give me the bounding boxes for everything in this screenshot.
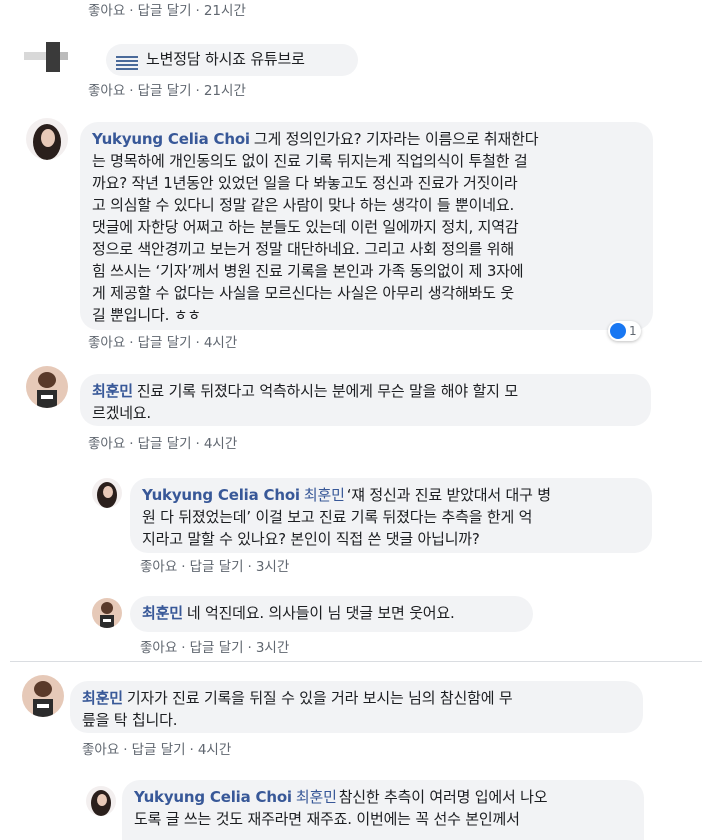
comment-line: 힘 쓰시는 ‘기자’께서 병원 진료 기록을 본인과 가족 동의없이 제 3자에 bbox=[92, 262, 524, 280]
comment-bubble: 노변정담 하시죠 유튜브로 bbox=[106, 44, 358, 76]
comment-3-actions: 좋아요 · 답글 달기 · 4시간 bbox=[88, 436, 237, 452]
reply-button[interactable]: 답글 달기 bbox=[138, 83, 192, 99]
comment-bubble: 최훈민 기자가 진료 기록을 뒤질 수 있을 거라 보시는 님의 참신함에 무 릎… bbox=[70, 681, 643, 733]
avatar[interactable] bbox=[92, 478, 122, 508]
comment-line: 지라고 말할 수 있나요? 본인이 직접 쓴 댓글 아닙니까? bbox=[142, 530, 480, 548]
divider bbox=[10, 661, 702, 662]
comment-line: 까요? 작년 1년동안 있었던 일을 다 봐놓고도 정신과 진료가 거짓이라 bbox=[92, 174, 518, 192]
comment-time: 4시간 bbox=[197, 742, 232, 758]
flag-icon bbox=[116, 54, 138, 70]
avatar-image-icon bbox=[92, 478, 122, 508]
comment-line: 진료 기록 뒤졌다고 억측하시는 분에게 무슨 말을 해야 할지 모 bbox=[136, 382, 518, 400]
avatar-image-icon bbox=[22, 675, 64, 717]
comment-1-actions: 좋아요 · 답글 달기 · 21시간 bbox=[88, 83, 246, 99]
reply-button[interactable]: 답글 달기 bbox=[190, 640, 244, 656]
like-button[interactable]: 좋아요 bbox=[140, 640, 177, 656]
comment-bubble: Yukyung Celia Choi 그게 정의인가요? 기자라는 이름으로 취재… bbox=[80, 122, 653, 330]
separator: · bbox=[247, 559, 252, 575]
comment-author[interactable]: Yukyung Celia Choi bbox=[134, 788, 292, 806]
comment-line: 그게 정의인가요? 기자라는 이름으로 취재한다 bbox=[253, 130, 539, 148]
comment-line: 댓글에 자한당 어쩌고 하는 분들도 있는데 이런 일에까지 정치, 지역감 bbox=[92, 218, 519, 236]
avatar-image-icon bbox=[92, 598, 122, 628]
like-button[interactable]: 좋아요 bbox=[140, 559, 177, 575]
comment-line: 릎을 탁 칩니다. bbox=[82, 711, 178, 729]
comment-bubble: Yukyung Celia Choi 최훈민 참신한 추측이 여러명 입에서 나오 … bbox=[122, 780, 644, 840]
reply-button[interactable]: 답글 달기 bbox=[138, 3, 192, 19]
reaction-badge[interactable]: 1 bbox=[608, 321, 641, 341]
separator: · bbox=[129, 83, 134, 99]
comment-line: 기자가 진료 기록을 뒤질 수 있을 거라 보시는 님의 참신함에 무 bbox=[126, 689, 513, 707]
comment-line: 원 다 뒤졌었는데’ 이걸 보고 진료 기록 뒤졌다는 추측을 한게 억 bbox=[142, 508, 533, 526]
separator: · bbox=[181, 640, 186, 656]
separator: · bbox=[129, 335, 134, 351]
comment-line: 르겠네요. bbox=[92, 404, 151, 422]
avatar-image-icon bbox=[86, 786, 116, 816]
comment-6-actions: 좋아요 · 답글 달기 · 4시간 bbox=[82, 742, 231, 758]
comment-time: 3시간 bbox=[255, 559, 290, 575]
avatar-image-icon bbox=[26, 118, 68, 160]
separator: · bbox=[247, 640, 252, 656]
comment-author[interactable]: Yukyung Celia Choi bbox=[142, 486, 300, 504]
comment-line: 정으로 색안경끼고 보는거 정말 대단하네요. 그리고 사회 정의를 위해 bbox=[92, 240, 514, 258]
avatar[interactable] bbox=[24, 38, 68, 74]
like-icon bbox=[610, 323, 626, 339]
comment-5-actions: 좋아요 · 답글 달기 · 3시간 bbox=[140, 640, 289, 656]
comment-author[interactable]: 최훈민 bbox=[92, 382, 133, 400]
like-button[interactable]: 좋아요 bbox=[82, 742, 119, 758]
comment-author[interactable]: Yukyung Celia Choi bbox=[92, 130, 250, 148]
like-button[interactable]: 좋아요 bbox=[88, 436, 125, 452]
avatar-image-icon bbox=[24, 42, 68, 72]
comment-line: 네 억진데요. 의사들이 님 댓글 보면 웃어요. bbox=[186, 604, 455, 622]
comment-bubble: 최훈민 네 억진데요. 의사들이 님 댓글 보면 웃어요. bbox=[130, 596, 533, 632]
comment-time: 21시간 bbox=[203, 83, 246, 99]
comment-author[interactable]: 최훈민 bbox=[142, 604, 183, 622]
reply-button[interactable]: 답글 달기 bbox=[190, 559, 244, 575]
comment-author[interactable]: 최훈민 bbox=[82, 689, 123, 707]
separator: · bbox=[195, 335, 200, 351]
avatar[interactable] bbox=[86, 786, 116, 816]
like-button[interactable]: 좋아요 bbox=[88, 335, 125, 351]
comment-line: 참신한 추측이 여러명 입에서 나오 bbox=[338, 788, 548, 806]
reply-button[interactable]: 답글 달기 bbox=[138, 436, 192, 452]
mention-tag[interactable]: 최훈민 bbox=[296, 788, 337, 806]
comment-line: 길 뿐입니다. ㅎㅎ bbox=[92, 306, 201, 324]
avatar[interactable] bbox=[22, 675, 64, 717]
separator: · bbox=[195, 436, 200, 452]
avatar-image-icon bbox=[26, 366, 68, 408]
comment-0-actions: 좋아요 · 답글 달기 · 21시간 bbox=[88, 3, 246, 19]
comment-time: 3시간 bbox=[255, 640, 290, 656]
separator: · bbox=[129, 436, 134, 452]
like-button[interactable]: 좋아요 bbox=[88, 3, 125, 19]
separator: · bbox=[189, 742, 194, 758]
comment-bubble: 최훈민 진료 기록 뒤졌다고 억측하시는 분에게 무슨 말을 해야 할지 모 르겠… bbox=[80, 374, 651, 426]
separator: · bbox=[181, 559, 186, 575]
reaction-count: 1 bbox=[629, 324, 637, 338]
separator: · bbox=[195, 3, 200, 19]
reply-button[interactable]: 답글 달기 bbox=[132, 742, 186, 758]
comment-2-actions: 좋아요 · 답글 달기 · 4시간 bbox=[88, 335, 237, 351]
comment-text: 노변정담 하시죠 유튜브로 bbox=[146, 50, 305, 68]
comment-line: 도록 글 쓰는 것도 재주라면 재주죠. 이번에는 꼭 선수 본인께서 bbox=[134, 810, 520, 828]
comment-line: 는 명목하에 개인동의도 없이 진료 기록 뒤지는게 직업의식이 투철한 걸 bbox=[92, 152, 528, 170]
comment-line: 고 의심할 수 있다니 정말 같은 사람이 맞나 하는 생각이 들 뿐이네요. bbox=[92, 196, 515, 214]
comment-bubble: Yukyung Celia Choi 최훈민 ‘쟤 정신과 진료 받았대서 대구 병… bbox=[130, 478, 652, 553]
avatar[interactable] bbox=[92, 598, 122, 628]
comment-time: 21시간 bbox=[203, 3, 246, 19]
mention-tag[interactable]: 최훈민 bbox=[304, 486, 345, 504]
separator: · bbox=[195, 83, 200, 99]
comment-time: 4시간 bbox=[203, 436, 238, 452]
like-button[interactable]: 좋아요 bbox=[88, 83, 125, 99]
comment-time: 4시간 bbox=[203, 335, 238, 351]
comment-4-actions: 좋아요 · 답글 달기 · 3시간 bbox=[140, 559, 289, 575]
comment-line: 게 제공할 수 없다는 사실을 모르신다는 사실은 아무리 생각해봐도 웃 bbox=[92, 284, 514, 302]
avatar[interactable] bbox=[26, 366, 68, 408]
reply-button[interactable]: 답글 달기 bbox=[138, 335, 192, 351]
separator: · bbox=[129, 3, 134, 19]
comment-line: ‘쟤 정신과 진료 받았대서 대구 병 bbox=[346, 486, 551, 504]
avatar[interactable] bbox=[26, 118, 68, 160]
separator: · bbox=[123, 742, 128, 758]
